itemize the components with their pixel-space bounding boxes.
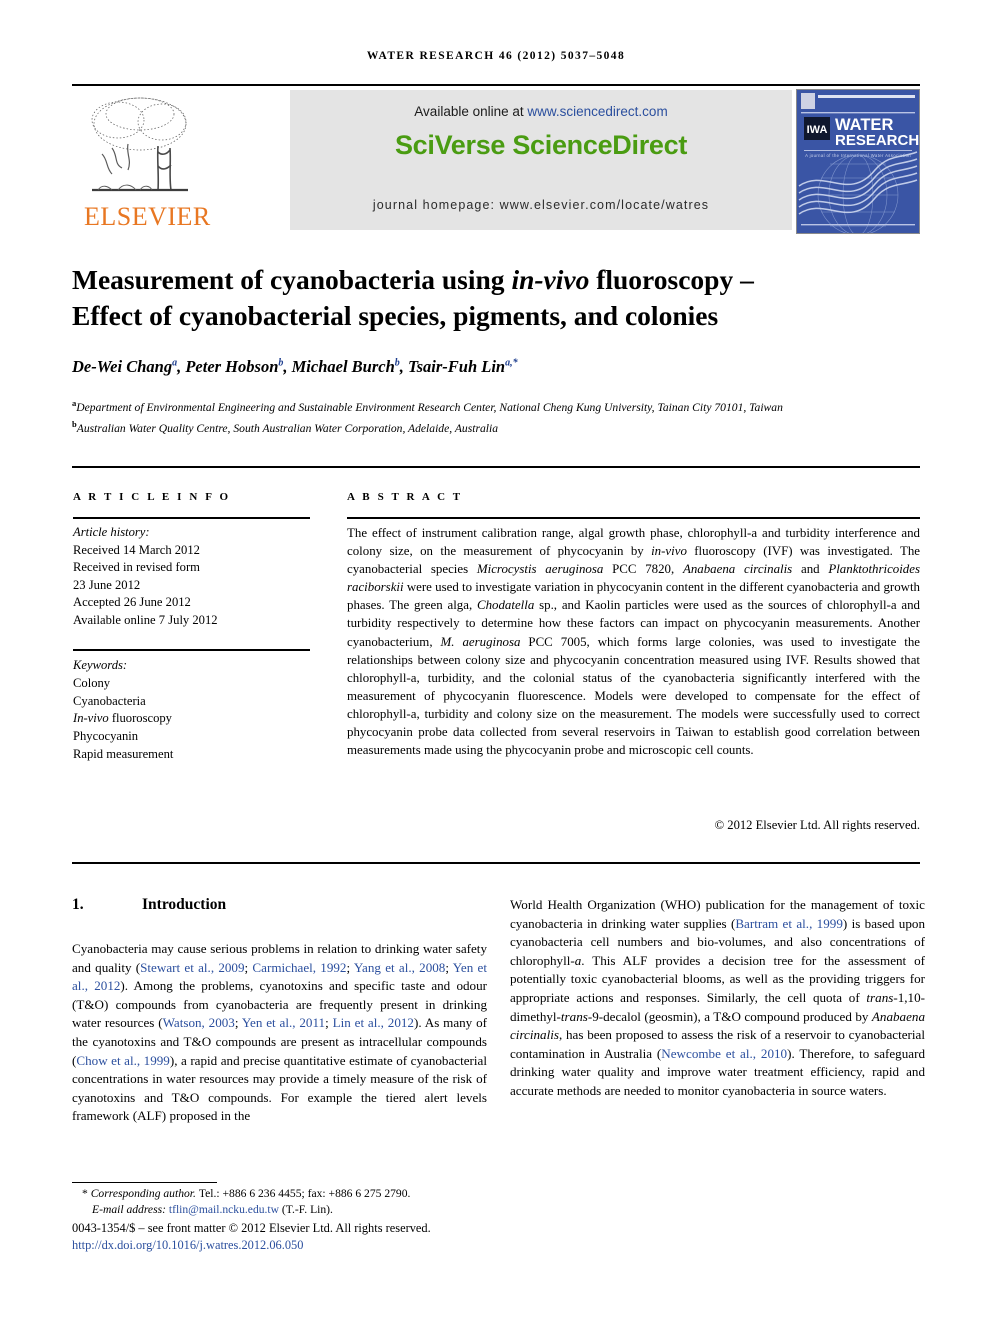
elsevier-tree-icon bbox=[88, 90, 192, 202]
section-title: Introduction bbox=[142, 896, 227, 913]
header-divider-rule bbox=[72, 84, 920, 86]
text-run: and bbox=[792, 562, 829, 577]
author-name: De-Wei Chang bbox=[72, 357, 173, 376]
corresponding-author-tel: Tel.: +886 6 236 4455; fax: +886 6 275 2… bbox=[198, 1187, 411, 1200]
abstract-top-rule bbox=[72, 466, 920, 468]
citation-link[interactable]: Yang et al., 2008 bbox=[354, 960, 445, 975]
email-line: E-mail address: tflin@mail.ncku.edu.tw (… bbox=[72, 1202, 522, 1218]
article-history-item: Accepted 26 June 2012 bbox=[73, 595, 191, 610]
author-affiliation-marker: b bbox=[278, 357, 284, 369]
affiliation-text: Department of Environmental Engineering … bbox=[76, 400, 783, 414]
citation-link[interactable]: Newcombe et al., 2010 bbox=[661, 1046, 787, 1061]
sciencedirect-url[interactable]: www.sciencedirect.com bbox=[527, 104, 667, 119]
abstract-rule bbox=[347, 517, 920, 519]
text-run: ; bbox=[234, 1015, 242, 1031]
article-history-item: Received in revised form bbox=[73, 560, 200, 575]
citation-link[interactable]: Chow et al., 1999 bbox=[76, 1053, 169, 1068]
available-online-line: Available online at www.sciencedirect.co… bbox=[290, 104, 792, 119]
article-title-line2: Effect of cyanobacterial species, pigmen… bbox=[72, 300, 719, 331]
keyword-item: Colony bbox=[73, 675, 111, 690]
abstract-copyright: © 2012 Elsevier Ltd. All rights reserved… bbox=[714, 818, 920, 832]
italic-text: In-vivo bbox=[73, 711, 109, 726]
article-history-item: 23 June 2012 bbox=[73, 577, 141, 592]
abstract-text: The effect of instrument calibration ran… bbox=[347, 524, 920, 759]
affiliation-text: Australian Water Quality Centre, South A… bbox=[76, 422, 498, 436]
citation-link[interactable]: Stewart et al., 2009 bbox=[140, 960, 244, 975]
keyword-item: Rapid measurement bbox=[73, 746, 174, 761]
abstract-heading: A B S T R A C T bbox=[347, 491, 463, 503]
journal-article-page: WATER RESEARCH 46 (2012) 5037–5048 ELSEV… bbox=[0, 0, 992, 1323]
article-history-label: Article history: bbox=[73, 525, 150, 539]
running-head: WATER RESEARCH 46 (2012) 5037–5048 bbox=[366, 50, 626, 62]
text-run: ; bbox=[346, 959, 354, 975]
keyword-item: Cyanobacteria bbox=[73, 693, 146, 708]
author-affiliation-marker: a,* bbox=[505, 357, 518, 369]
body-column-left: Cyanobacteria may cause serious problems… bbox=[72, 940, 487, 1126]
citation-link[interactable]: Watson, 2003 bbox=[163, 1015, 235, 1030]
journal-masthead: ELSEVIER Available online at www.science… bbox=[72, 88, 920, 234]
article-title-line1-italic: in-vivo bbox=[511, 264, 590, 295]
author-name: Michael Burch bbox=[291, 357, 395, 376]
author-name: Tsair-Fuh Lin bbox=[408, 357, 506, 376]
citation-link[interactable]: Lin et al., 2012 bbox=[333, 1015, 414, 1030]
citation-link[interactable]: Carmichael, 1992 bbox=[252, 960, 346, 975]
italic-text: trans bbox=[560, 1008, 588, 1024]
text-run: -9-decalol (geosmin), a T&O compound pro… bbox=[587, 1008, 872, 1024]
keyword-item: In-vivo fluoroscopy bbox=[73, 711, 172, 726]
italic-text: trans bbox=[866, 989, 894, 1005]
author-affiliation-marker: b bbox=[394, 357, 400, 369]
email-attribution: (T.-F. Lin). bbox=[279, 1203, 333, 1217]
article-title-line1-a: Measurement of cyanobacteria using bbox=[72, 264, 512, 295]
text-run: ; bbox=[325, 1015, 333, 1031]
italic-text: M. aeruginosa bbox=[440, 634, 521, 649]
corresponding-author-label: Corresponding author. bbox=[90, 1187, 199, 1200]
corresponding-author-line: * Corresponding author. Tel.: +886 6 236… bbox=[72, 1186, 522, 1202]
article-history-block: Article history: Received 14 March 2012 Re… bbox=[73, 524, 323, 630]
article-history-item: Available online 7 July 2012 bbox=[73, 612, 218, 627]
article-info-heading: A R T I C L E I N F O bbox=[73, 491, 231, 503]
sciverse-sciencedirect-logo: SciVerse ScienceDirect bbox=[394, 130, 688, 160]
italic-text: Microcystis aeruginosa bbox=[476, 562, 604, 577]
italic-text: Chodatella bbox=[477, 598, 535, 613]
article-info-rule bbox=[73, 517, 310, 519]
corresponding-author-marker: * bbox=[82, 1187, 91, 1200]
sciencedirect-band: Available online at www.sciencedirect.co… bbox=[290, 90, 792, 230]
svg-text:IWA: IWA bbox=[807, 124, 828, 136]
keywords-label: Keywords: bbox=[73, 658, 128, 672]
frontmatter-line: 0043-1354/$ – see front matter © 2012 El… bbox=[72, 1221, 431, 1235]
keywords-block: Keywords: Colony Cyanobacteria In-vivo fluo… bbox=[73, 657, 323, 764]
article-title: Measurement of cyanobacteria using in-vi… bbox=[72, 262, 922, 334]
elsevier-logo: ELSEVIER bbox=[80, 90, 211, 232]
author-name: Peter Hobson bbox=[185, 357, 279, 376]
citation-link[interactable]: Yen et al., 2011 bbox=[242, 1015, 325, 1030]
svg-text:RESEARCH: RESEARCH bbox=[835, 132, 919, 149]
footnote-rule bbox=[72, 1182, 217, 1183]
text-run: ; bbox=[445, 959, 453, 975]
text-run: PCC 7820, bbox=[603, 562, 683, 577]
affiliation-list: aDepartment of Environmental Engineering… bbox=[72, 395, 922, 438]
elsevier-wordmark: ELSEVIER bbox=[84, 202, 211, 231]
corresponding-author-note: * Corresponding author. Tel.: +886 6 236… bbox=[72, 1186, 522, 1219]
text-run: PCC 7005, which forms large colonies, wa… bbox=[347, 634, 920, 758]
keyword-item: Phycocyanin bbox=[73, 729, 139, 744]
citation-link[interactable]: Bartram et al., 1999 bbox=[735, 916, 843, 931]
email-link[interactable]: tflin@mail.ncku.edu.tw bbox=[169, 1203, 279, 1216]
body-column-right: World Health Organization (WHO) publicat… bbox=[510, 896, 925, 1101]
keywords-rule bbox=[73, 649, 310, 651]
abstract-bottom-rule bbox=[72, 862, 920, 864]
doi-link[interactable]: http://dx.doi.org/10.1016/j.watres.2012.… bbox=[72, 1238, 592, 1253]
affiliation-entry: aDepartment of Environmental Engineering… bbox=[72, 395, 922, 416]
water-research-cover-image: IWA WATER RESEARCH A journal of the Inte… bbox=[796, 89, 920, 234]
article-history-item: Received 14 March 2012 bbox=[73, 542, 200, 557]
affiliation-entry: bAustralian Water Quality Centre, South … bbox=[72, 416, 922, 437]
journal-homepage-line[interactable]: journal homepage: www.elsevier.com/locat… bbox=[290, 198, 792, 212]
article-title-line1-b: fluoroscopy – bbox=[589, 264, 754, 295]
author-affiliation-marker: a bbox=[172, 357, 178, 369]
section-number: 1. bbox=[72, 896, 84, 913]
email-label: E-mail address: bbox=[92, 1203, 169, 1217]
author-list: De-Wei Changa, Peter Hobsonb, Michael Bu… bbox=[72, 357, 518, 376]
italic-text: in-vivo bbox=[651, 544, 687, 559]
available-online-prefix: Available online at bbox=[414, 104, 528, 119]
italic-text: Anabaena circinalis bbox=[682, 562, 793, 577]
